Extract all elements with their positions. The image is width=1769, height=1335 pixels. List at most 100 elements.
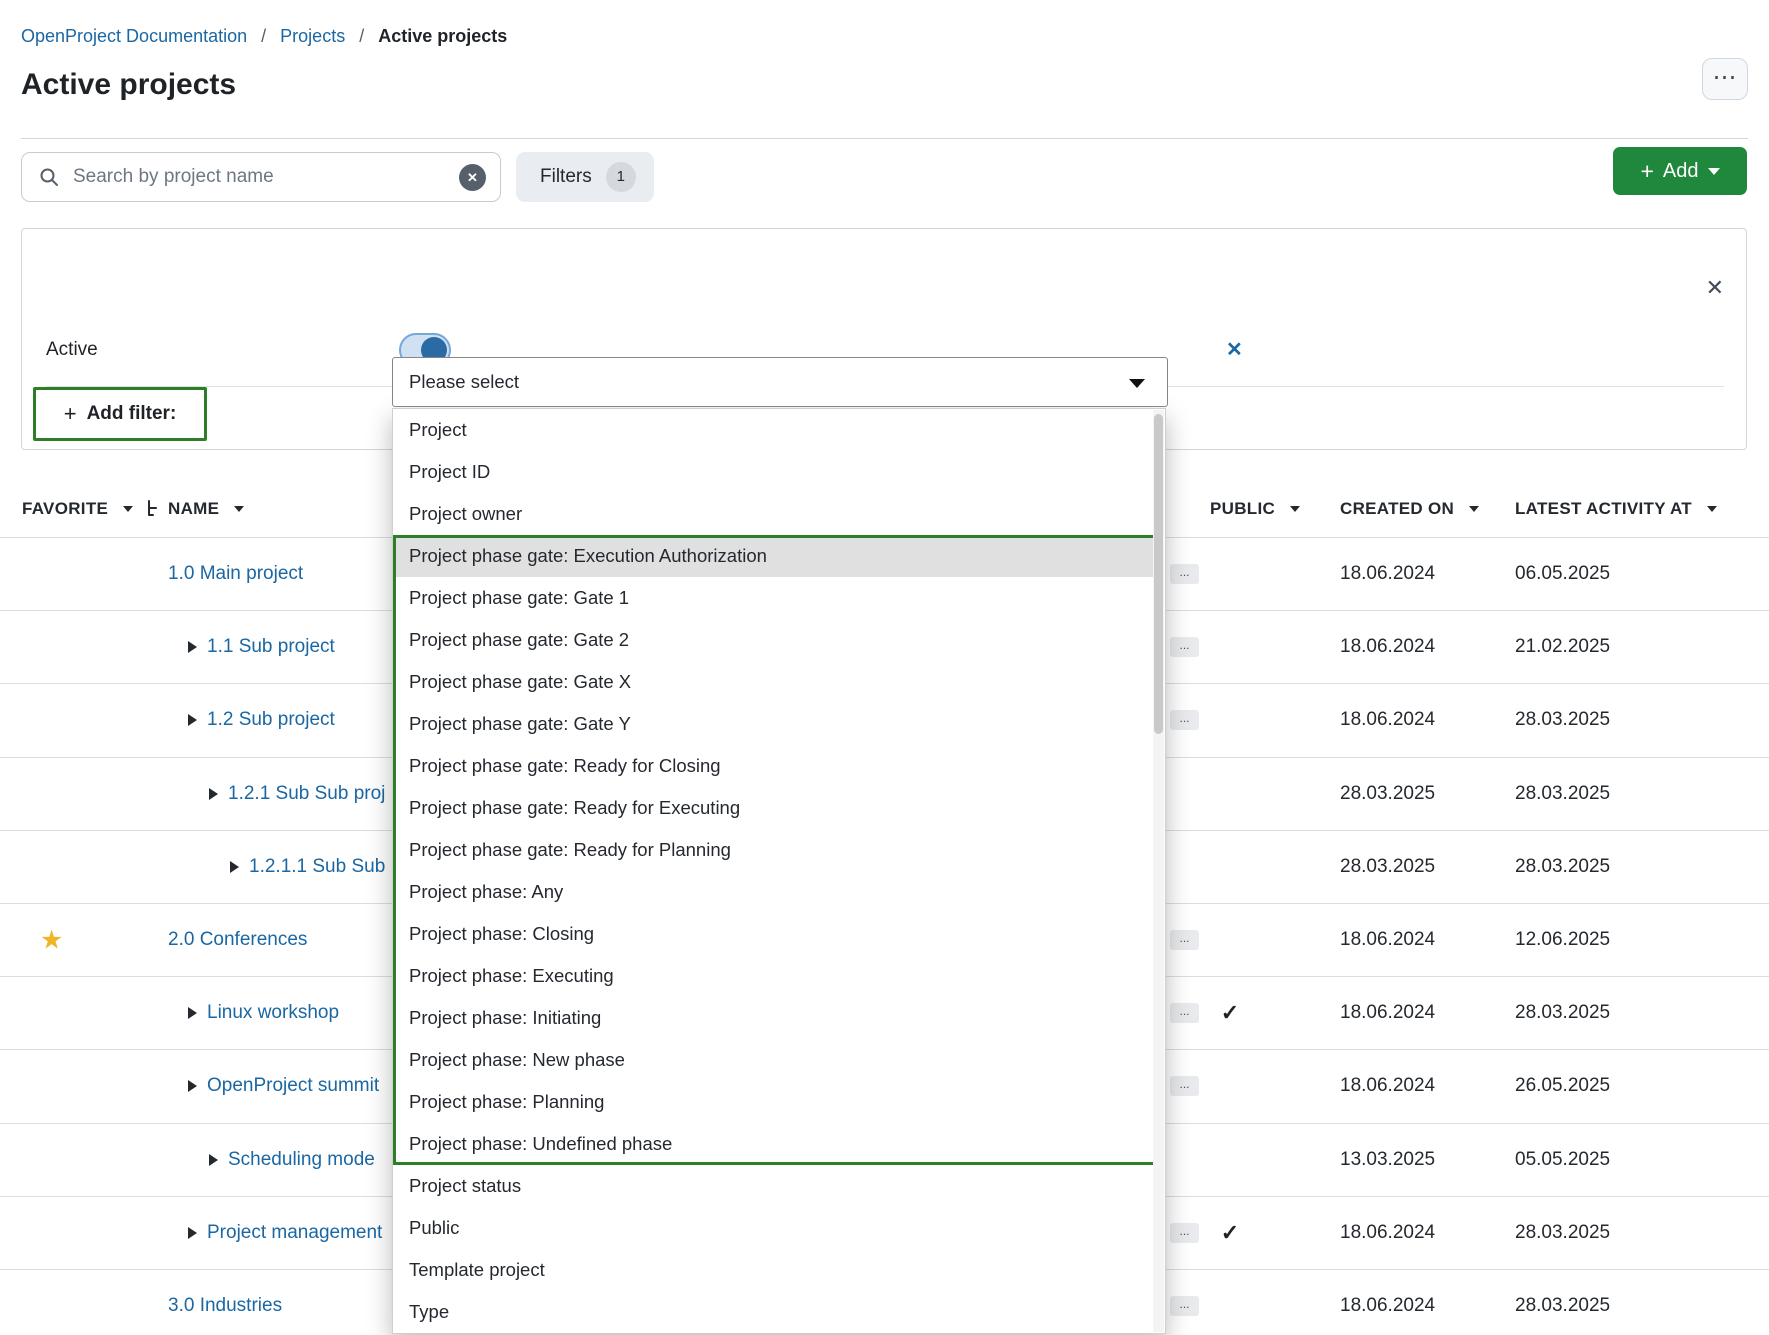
created-on-cell: 18.06.2024	[1340, 563, 1435, 585]
truncated-content-chip[interactable]: ...	[1170, 710, 1199, 730]
dropdown-option[interactable]: Project phase gate: Ready for Closing	[393, 745, 1157, 787]
truncated-content-chip[interactable]: ...	[1170, 564, 1199, 584]
sort-caret-icon	[234, 506, 244, 512]
collapse-arrow-icon[interactable]	[230, 861, 239, 873]
project-name-link[interactable]: Linux workshop	[207, 1002, 339, 1024]
breadcrumb-link-projects[interactable]: Projects	[280, 26, 345, 46]
dropdown-option[interactable]: Project phase gate: Gate X	[393, 661, 1157, 703]
column-header-favorite[interactable]: FAVORITE	[22, 480, 133, 537]
add-filter-label: Add filter:	[87, 403, 177, 425]
created-on-cell: 18.06.2024	[1340, 709, 1435, 731]
latest-activity-cell: 26.05.2025	[1515, 1075, 1610, 1097]
dropdown-option[interactable]: Project status	[393, 1165, 1165, 1207]
truncated-content-chip[interactable]: ...	[1170, 1003, 1199, 1023]
latest-activity-cell: 12.06.2025	[1515, 929, 1610, 951]
dropdown-option[interactable]: Project phase: Initiating	[393, 997, 1157, 1039]
chevron-down-icon	[1708, 168, 1720, 175]
active-filter-label: Active	[46, 339, 98, 361]
dropdown-group-bottom: Project statusPublicTemplate projectType	[393, 1165, 1165, 1333]
close-filter-panel-button[interactable]: ✕	[1706, 275, 1724, 301]
add-project-button[interactable]: + Add	[1613, 147, 1747, 195]
project-name-link[interactable]: 2.0 Conferences	[168, 929, 307, 951]
dropdown-option[interactable]: Type	[393, 1291, 1165, 1333]
truncated-content-chip[interactable]: ...	[1170, 1223, 1199, 1243]
project-name-link[interactable]: 1.1 Sub project	[207, 636, 335, 658]
column-header-name[interactable]: NAME	[168, 480, 244, 537]
sort-caret-icon	[123, 506, 133, 512]
project-name-link[interactable]: Project management	[207, 1222, 382, 1244]
search-input[interactable]	[71, 165, 459, 189]
dropdown-option[interactable]: Project phase: Planning	[393, 1081, 1157, 1123]
dropdown-option[interactable]: Project owner	[393, 493, 1165, 535]
dropdown-option[interactable]: Public	[393, 1207, 1165, 1249]
collapse-arrow-icon[interactable]	[188, 714, 197, 726]
filters-button[interactable]: Filters 1	[516, 152, 654, 202]
dropdown-option[interactable]: Project	[393, 409, 1165, 451]
project-name-link[interactable]: 1.2.1 Sub Sub proj	[228, 783, 385, 805]
dropdown-option[interactable]: Project phase gate: Ready for Planning	[393, 829, 1157, 871]
filter-type-select[interactable]: Please select	[392, 357, 1168, 407]
hierarchy-sort-icon[interactable]	[146, 500, 160, 517]
project-name-cell: 1.0 Main project	[168, 563, 303, 585]
column-header-created-on[interactable]: CREATED ON	[1340, 480, 1479, 537]
dropdown-option[interactable]: Project phase gate: Gate Y	[393, 703, 1157, 745]
dropdown-option[interactable]: Project phase gate: Gate 1	[393, 577, 1157, 619]
dropdown-option[interactable]: Project phase: New phase	[393, 1039, 1157, 1081]
dropdown-option[interactable]: Template project	[393, 1249, 1165, 1291]
dropdown-option[interactable]: Project phase: Executing	[393, 955, 1157, 997]
project-search-box[interactable]: ✕	[21, 152, 501, 202]
created-on-cell: 18.06.2024	[1340, 1075, 1435, 1097]
column-header-public[interactable]: PUBLIC	[1210, 480, 1300, 537]
truncated-content-chip[interactable]: ...	[1170, 1296, 1199, 1316]
remove-active-filter-button[interactable]: ✕	[1226, 337, 1243, 362]
latest-activity-cell: 06.05.2025	[1515, 563, 1610, 585]
breadcrumb-separator: /	[261, 26, 266, 46]
sort-caret-icon	[1469, 506, 1479, 512]
collapse-arrow-icon[interactable]	[188, 1227, 197, 1239]
header-divider	[21, 138, 1748, 139]
collapse-arrow-icon[interactable]	[188, 1007, 197, 1019]
project-name-link[interactable]: 1.2 Sub project	[207, 709, 335, 731]
favorite-header-label: FAVORITE	[22, 499, 108, 519]
close-icon: ✕	[467, 170, 478, 185]
public-check-icon: ✓	[1210, 1000, 1250, 1026]
dropdown-option[interactable]: Project phase: Undefined phase	[393, 1123, 1157, 1165]
dropdown-option[interactable]: Project phase gate: Execution Authorizat…	[393, 535, 1157, 577]
filters-count-badge: 1	[606, 162, 636, 192]
dropdown-option[interactable]: Project phase: Any	[393, 871, 1157, 913]
add-filter-button[interactable]: + Add filter:	[33, 387, 207, 441]
plus-icon: +	[1640, 161, 1653, 181]
collapse-arrow-icon[interactable]	[209, 788, 218, 800]
truncated-content-chip[interactable]: ...	[1170, 930, 1199, 950]
dropdown-option[interactable]: Project phase gate: Gate 2	[393, 619, 1157, 661]
project-name-link[interactable]: Scheduling mode	[228, 1149, 375, 1171]
created-on-cell: 18.06.2024	[1340, 636, 1435, 658]
project-name-link[interactable]: 3.0 Industries	[168, 1295, 282, 1317]
breadcrumb-link-openproject-documentation[interactable]: OpenProject Documentation	[21, 26, 247, 46]
project-name-link[interactable]: OpenProject summit	[207, 1075, 379, 1097]
column-header-latest-activity[interactable]: LATEST ACTIVITY AT	[1515, 480, 1717, 537]
project-name-link[interactable]: 1.2.1.1 Sub Sub	[249, 856, 385, 878]
dropdown-option[interactable]: Project phase gate: Ready for Executing	[393, 787, 1157, 829]
truncated-content-chip[interactable]: ...	[1170, 637, 1199, 657]
project-name-link[interactable]: 1.0 Main project	[168, 563, 303, 585]
filter-dropdown: ProjectProject IDProject owner Project p…	[392, 408, 1166, 1334]
truncated-content-chip[interactable]: ...	[1170, 1076, 1199, 1096]
project-name-cell: 1.1 Sub project	[188, 636, 335, 658]
dropdown-option[interactable]: Project ID	[393, 451, 1165, 493]
dropdown-option[interactable]: Project phase: Closing	[393, 913, 1157, 955]
latest-activity-cell: 28.03.2025	[1515, 1295, 1610, 1317]
collapse-arrow-icon[interactable]	[188, 641, 197, 653]
page-more-actions-button[interactable]: ⋯	[1702, 58, 1748, 100]
collapse-arrow-icon[interactable]	[188, 1080, 197, 1092]
project-name-cell: 1.2.1.1 Sub Sub	[230, 856, 385, 878]
scrollbar-thumb[interactable]	[1154, 414, 1163, 734]
project-name-cell: OpenProject summit	[188, 1075, 379, 1097]
collapse-arrow-icon[interactable]	[209, 1154, 218, 1166]
clear-search-button[interactable]: ✕	[459, 164, 486, 191]
favorite-star-icon[interactable]: ★	[40, 925, 63, 956]
page-title: Active projects	[21, 68, 236, 102]
dropdown-scrollbar[interactable]	[1153, 410, 1164, 1332]
breadcrumb-current: Active projects	[378, 26, 507, 46]
latest-activity-cell: 28.03.2025	[1515, 1002, 1610, 1024]
